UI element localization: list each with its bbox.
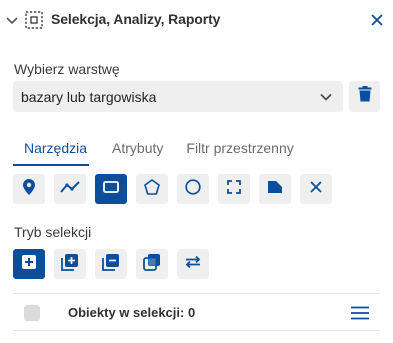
tool-bar — [13, 174, 341, 204]
selection-box-icon — [25, 11, 43, 29]
rectangle-icon — [103, 180, 119, 198]
delete-layer-button[interactable] — [349, 81, 380, 112]
layer-shape-tool-button[interactable] — [259, 174, 291, 204]
layer-select-value: bazary lub targowiska — [21, 88, 157, 105]
clear-icon — [310, 180, 322, 198]
clear-tool-button[interactable] — [300, 174, 332, 204]
close-icon[interactable] — [367, 10, 387, 30]
remove-from-selection-icon — [102, 253, 120, 276]
menu-icon[interactable] — [350, 304, 370, 322]
circle-tool-button[interactable] — [177, 174, 209, 204]
point-icon — [23, 178, 35, 200]
polygon-tool-button[interactable] — [136, 174, 168, 204]
circle-icon — [185, 178, 201, 200]
chevron-down-icon — [319, 90, 333, 104]
panel-title: Selekcja, Analizy, Raporty — [51, 11, 221, 27]
extent-tool-button[interactable] — [218, 174, 250, 204]
point-tool-button[interactable] — [13, 174, 45, 204]
extent-icon — [227, 179, 241, 199]
new-selection-button[interactable] — [13, 249, 45, 279]
selection-mode-bar — [13, 249, 218, 279]
trash-icon — [358, 86, 372, 107]
layer-label: Wybierz warstwę — [14, 61, 120, 77]
chevron-down-icon[interactable] — [5, 14, 19, 28]
add-to-selection-icon — [61, 253, 79, 276]
remove-from-selection-button[interactable] — [95, 249, 127, 279]
add-to-selection-button[interactable] — [54, 249, 86, 279]
rectangle-tool-button[interactable] — [95, 174, 127, 204]
new-selection-icon — [22, 254, 36, 274]
selection-mode-label: Tryb selekcji — [14, 224, 92, 240]
polyline-icon — [60, 180, 80, 198]
selection-summary: Obiekty w selekcji: 0 — [13, 293, 380, 331]
tab-atrybuty[interactable]: Atrybuty — [112, 140, 163, 166]
swap-selection-icon — [184, 255, 202, 274]
intersect-selection-icon — [143, 253, 161, 276]
tab-narzedzia[interactable]: Narzędzia — [13, 140, 90, 166]
layer-shape-icon — [267, 180, 283, 199]
tab-filtr-przestrzenny[interactable]: Filtr przestrzenny — [186, 140, 293, 166]
swap-selection-button[interactable] — [177, 249, 209, 279]
selection-count: Obiekty w selekcji: 0 — [68, 305, 196, 320]
panel-header: Selekcja, Analizy, Raporty — [0, 0, 393, 40]
layer-select[interactable]: bazary lub targowiska — [13, 81, 343, 112]
select-all-checkbox[interactable] — [24, 305, 40, 321]
polyline-tool-button[interactable] — [54, 174, 86, 204]
tab-bar: Narzędzia Atrybuty Filtr przestrzenny — [13, 140, 317, 166]
intersect-selection-button[interactable] — [136, 249, 168, 279]
polygon-icon — [144, 178, 160, 200]
